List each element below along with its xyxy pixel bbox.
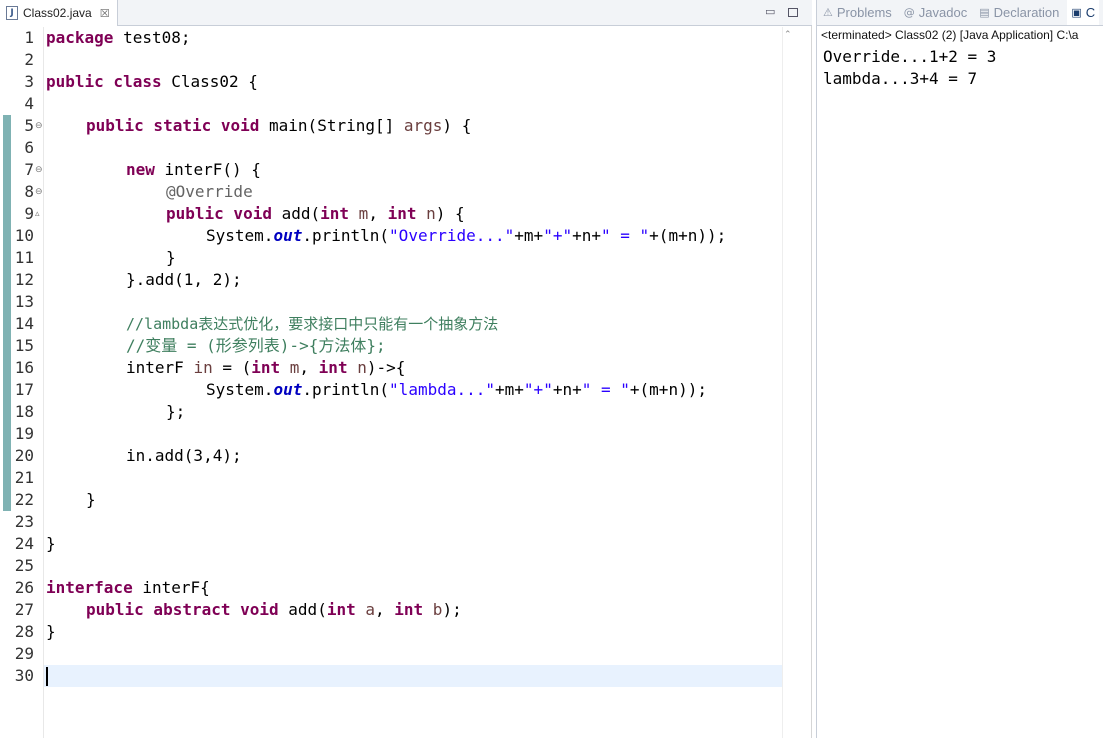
close-icon[interactable]: ☒ [100, 7, 110, 20]
code-line-12: }.add(1, 2); [126, 270, 242, 289]
java-editor: J Class02.java ☒ ▭ 1 2 3 4 5 ⊖ 6 7 ⊖ 8 ⊖ 9 ▵ 10 11 12 13… [0, 0, 812, 738]
java-file-icon: J [6, 6, 18, 20]
code-line-22: } [86, 490, 96, 509]
line-number: 12 [14, 270, 34, 289]
line-number: 2 [24, 50, 34, 69]
line-number: 4 [24, 94, 34, 113]
line-number: 24 [14, 534, 34, 553]
editor-tab-class02[interactable]: J Class02.java ☒ [0, 0, 118, 26]
line-number: 9 [24, 204, 34, 223]
console-status-header: <terminated> Class02 (2) [Java Applicati… [821, 28, 1079, 42]
text-caret [46, 667, 48, 686]
tab-console[interactable]: ▣ C [1067, 0, 1100, 25]
line-number: 25 [14, 556, 34, 575]
maximize-icon[interactable] [788, 8, 798, 17]
line-number: 8 [24, 182, 34, 201]
tab-problems[interactable]: ⚠ Problems [823, 5, 892, 20]
tab-javadoc[interactable]: @ Javadoc [904, 5, 967, 20]
line-number: 7 [24, 160, 34, 179]
code-line-26: interface interF{ [46, 578, 210, 597]
line-number: 23 [14, 512, 34, 531]
code-line-11: } [166, 248, 176, 267]
line-number: 11 [14, 248, 34, 267]
change-ruler [0, 27, 14, 738]
code-line-17: System.out.println("lambda..."+m+"+"+n+"… [206, 380, 707, 399]
code-line-7: new interF() { [126, 160, 261, 179]
tab-declaration[interactable]: ▤ Declaration [979, 5, 1059, 20]
code-line-3: public class Class02 { [46, 72, 258, 91]
code-line-20: in.add(3,4); [126, 446, 242, 465]
console-view: ⚠ Problems @ Javadoc ▤ Declaration ▣ C <… [816, 0, 1103, 738]
tab-problems-label: Problems [836, 5, 892, 20]
code-line-18: }; [166, 402, 186, 421]
tab-console-label: C [1085, 5, 1096, 20]
view-tab-bar: ⚠ Problems @ Javadoc ▤ Declaration ▣ C [817, 0, 1103, 26]
declaration-icon: ▤ [979, 6, 990, 19]
javadoc-icon: @ [903, 6, 915, 19]
code-line-27: public abstract void add(int a, int b); [86, 600, 462, 619]
code-line-15: //变量 = (形参列表)->{方法体}; [126, 336, 386, 355]
code-area[interactable]: package test08; public class Class02 { p… [44, 27, 782, 738]
editor-tab-bar: J Class02.java ☒ ▭ [0, 0, 812, 26]
line-number: 22 [14, 490, 34, 509]
minimize-icon[interactable]: ▭ [765, 5, 775, 18]
line-number: 30 [14, 666, 34, 685]
line-number: 13 [14, 292, 34, 311]
line-number: 19 [14, 424, 34, 443]
line-number: 3 [24, 72, 34, 91]
line-number: 17 [14, 380, 34, 399]
scroll-up-icon[interactable]: ⌃ [784, 30, 792, 40]
console-output-line-1: Override...1+2 = 3 [823, 47, 997, 66]
line-number: 28 [14, 622, 34, 641]
code-line-5: public static void main(String[] args) { [86, 116, 472, 135]
code-line-24: } [46, 534, 56, 553]
line-number: 20 [14, 446, 34, 465]
code-line-28: } [46, 622, 56, 641]
fold-collapse-icon[interactable]: ⊖ [35, 159, 43, 181]
quick-diff-bar [3, 115, 11, 511]
line-number: 16 [14, 358, 34, 377]
code-line-8: @Override [166, 182, 253, 201]
line-number: 26 [14, 578, 34, 597]
current-line-highlight [44, 665, 782, 687]
fold-collapse-icon[interactable]: ⊖ [35, 181, 43, 203]
console-output-line-2: lambda...3+4 = 7 [823, 69, 978, 88]
line-number: 21 [14, 468, 34, 487]
code-line-14: //lambda表达式优化，要求接口中只能有一个抽象方法 [126, 315, 499, 333]
overview-ruler[interactable] [782, 27, 796, 738]
code-line-1: package test08; [46, 28, 191, 47]
line-number: 18 [14, 402, 34, 421]
line-number: 1 [24, 28, 34, 47]
line-number: 10 [14, 226, 34, 245]
line-number: 27 [14, 600, 34, 619]
line-number: 5 [24, 116, 34, 135]
code-line-16: interF in = (int m, int n)->{ [126, 358, 406, 377]
fold-collapse-icon[interactable]: ⊖ [35, 115, 43, 137]
line-number-gutter: 1 2 3 4 5 ⊖ 6 7 ⊖ 8 ⊖ 9 ▵ 10 11 12 13 14 15 16 17 18 19 20 21 22 2… [14, 27, 44, 738]
line-number: 15 [14, 336, 34, 355]
code-line-9: public void add(int m, int n) { [166, 204, 465, 223]
line-number: 14 [14, 314, 34, 333]
editor-tab-label: Class02.java [23, 6, 92, 20]
code-line-10: System.out.println("Override..."+m+"+"+n… [206, 226, 727, 245]
console-icon: ▣ [1071, 6, 1082, 19]
override-marker-icon[interactable]: ▵ [35, 203, 40, 225]
line-number: 6 [24, 138, 34, 157]
tab-declaration-label: Declaration [993, 5, 1060, 20]
line-number: 29 [14, 644, 34, 663]
problems-icon: ⚠ [823, 6, 833, 19]
tab-javadoc-label: Javadoc [918, 5, 968, 20]
